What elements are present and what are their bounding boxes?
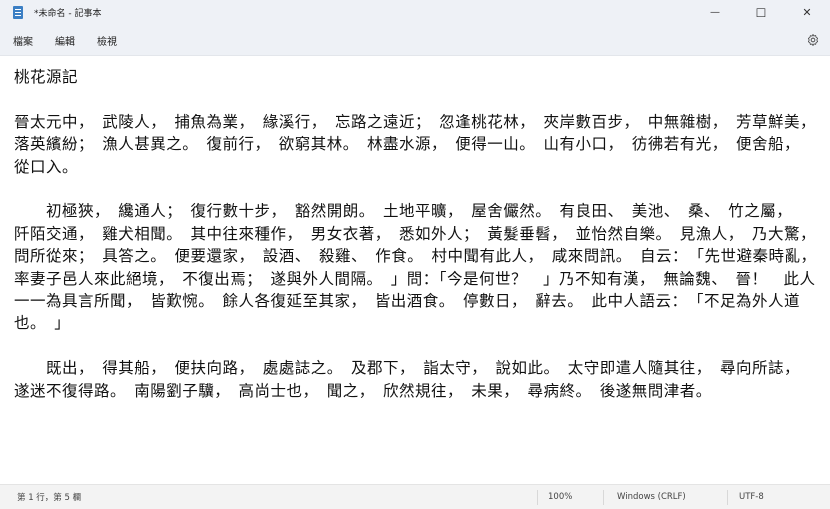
window-controls: — ☐ ✕ xyxy=(692,0,830,25)
menu-bar: 檔案 編輯 檢視 xyxy=(0,25,830,56)
notepad-icon xyxy=(13,6,23,19)
minimize-icon: — xyxy=(710,7,720,18)
menu-view[interactable]: 檢視 xyxy=(97,30,117,51)
window-title: *未命名 - 記事本 xyxy=(34,9,102,19)
cursor-position: 第 1 行，第 5 欄 xyxy=(17,493,82,503)
menu-edit[interactable]: 編輯 xyxy=(55,30,75,51)
menu-file[interactable]: 檔案 xyxy=(13,30,33,51)
encoding: UTF-8 xyxy=(739,492,764,502)
status-divider xyxy=(727,490,728,505)
status-divider xyxy=(537,490,538,505)
close-button[interactable]: ✕ xyxy=(784,0,830,25)
close-icon: ✕ xyxy=(802,6,812,19)
gear-icon[interactable] xyxy=(806,33,820,47)
text-editor[interactable]: 桃花源記 晉太元中， 武陵人， 捕魚為業， 緣溪行， 忘路之遠近； 忽逢桃花林，… xyxy=(0,56,830,484)
minimize-button[interactable]: — xyxy=(692,0,738,25)
title-bar: *未命名 - 記事本 — ☐ ✕ xyxy=(0,0,830,25)
status-bar: 第 1 行，第 5 欄 100% Windows (CRLF) UTF-8 xyxy=(0,484,830,509)
maximize-button[interactable]: ☐ xyxy=(738,0,784,25)
maximize-icon: ☐ xyxy=(755,5,767,20)
status-divider xyxy=(603,490,604,505)
editor-content[interactable]: 桃花源記 晉太元中， 武陵人， 捕魚為業， 緣溪行， 忘路之遠近； 忽逢桃花林，… xyxy=(14,66,816,402)
line-ending: Windows (CRLF) xyxy=(617,492,686,502)
zoom-level: 100% xyxy=(548,492,573,502)
